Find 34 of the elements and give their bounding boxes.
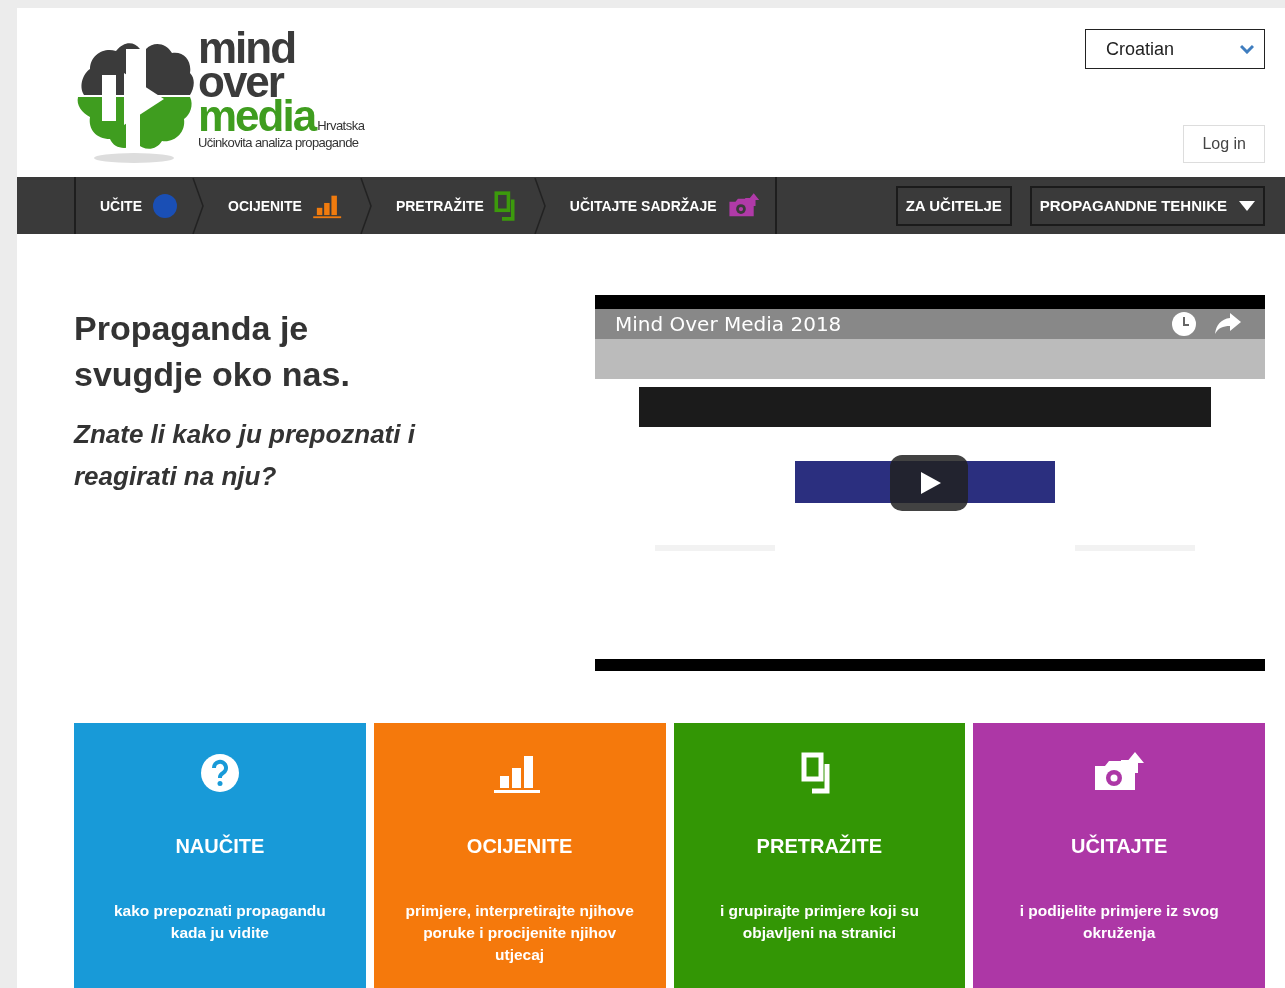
logo-wordmark: over: [198, 65, 284, 99]
language-select[interactable]: Croatian: [1085, 29, 1265, 69]
card-text: primjere, interpretirajte njihove poruke i procijenite njihov utjecaj: [404, 901, 635, 965]
hero-heading: Propaganda je svugdje oko nas.: [74, 308, 351, 395]
logo-region: Hrvatska: [317, 118, 365, 133]
clock-icon[interactable]: [1171, 311, 1197, 337]
card-text: kako prepoznati propagandu kada ju vidite: [112, 901, 327, 943]
chevron-separator-icon: [192, 177, 204, 234]
logo-wordmark: mind: [198, 31, 297, 65]
nav-link[interactable]: UČITAJTE SADRŽAJE: [545, 177, 775, 234]
nav-button[interactable]: ZA UČITELJE: [895, 185, 1012, 226]
logo-wordmark: media: [198, 99, 316, 133]
card-title: NAUČITE: [174, 835, 266, 858]
logo-tagline: Učinkovita analiza propagande: [198, 135, 360, 150]
chevron-down-icon: [1240, 44, 1254, 54]
hero-subheading: Znate li kako ju prepoznati i reagirati na nju?: [74, 418, 417, 493]
nav-link[interactable]: UČITE: [76, 177, 192, 234]
share-icon[interactable]: [1215, 313, 1241, 335]
feature-card[interactable]: UČITAJTE i podijelite primjere iz svog okruženja: [973, 723, 1265, 988]
caret-icon: [1239, 200, 1255, 211]
card-text: i podijelite primjere iz svog okruženja: [1018, 901, 1220, 943]
card-text: i grupirajte primjere koji su objavljeni na stranici: [718, 901, 920, 943]
question-icon: [199, 753, 240, 793]
nav-link[interactable]: PRETRAŽITE: [371, 177, 534, 234]
chevron-separator-icon: [533, 177, 546, 234]
card-title: OCIJENITE: [465, 835, 574, 858]
nav-link[interactable]: OCIJENITE: [204, 177, 360, 234]
feature-card[interactable]: PRETRAŽITE i grupirajte primjere koji su objavljeni na stranici: [673, 723, 966, 988]
chevron-separator-icon: [359, 177, 372, 234]
nav-button[interactable]: PROPAGANDNE TEHNIKE: [1029, 185, 1265, 226]
card-title: PRETRAŽITE: [755, 835, 884, 858]
play-button[interactable]: [890, 455, 968, 511]
login-button[interactable]: Log in: [1183, 125, 1265, 163]
card-title: UČITAJTE: [1069, 835, 1169, 858]
